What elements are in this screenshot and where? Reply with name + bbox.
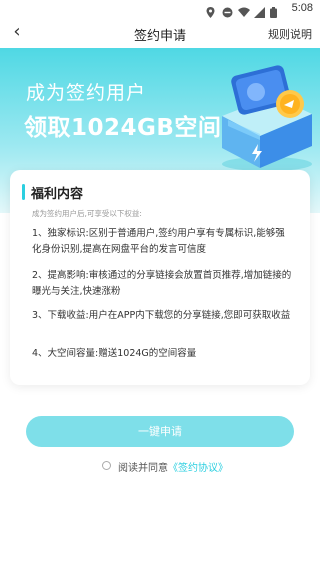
agree-checkbox[interactable]	[102, 461, 111, 470]
status-bar: 5:08	[0, 0, 320, 18]
cloud-box-illustration-icon	[222, 65, 312, 171]
agreement-row: 阅读并同意《签约协议》	[0, 459, 320, 474]
benefit-item: 1、独家标识:区别于普通用户,签约用户享有专属标识,能够强化身份识别,提高在网盘…	[32, 228, 285, 255]
hero-line2: 领取1024GB空间	[24, 115, 222, 141]
benefit-item: 2、提高影响:审核通过的分享链接会放置首页推荐,增加链接的曝光与关注,快速涨粉	[32, 270, 292, 297]
benefit-item: 4、大空间容量:赠送1024G的空间容量	[32, 348, 197, 359]
status-time: 5:08	[291, 2, 313, 14]
agreement-label: 阅读并同意《签约协议》	[118, 459, 228, 474]
status-icons	[206, 3, 280, 18]
heading-accent-bar	[22, 184, 25, 200]
minus-circle-icon	[222, 3, 233, 18]
hero-line1: 成为签约用户	[26, 82, 147, 104]
benefits-card: 福利内容 成为签约用户后,可享受以下权益: 1、独家标识:区别于普通用户,签约用…	[10, 170, 310, 385]
benefits-subtitle: 成为签约用户后,可享受以下权益:	[32, 209, 142, 218]
apply-button[interactable]: 一键申请	[26, 416, 294, 447]
benefits-heading: 福利内容	[31, 187, 84, 202]
benefit-item: 3、下载收益:用户在APP内下载您的分享链接,您即可获取收益	[32, 310, 291, 321]
agreement-prefix: 阅读并同意	[118, 463, 168, 474]
battery-icon	[270, 3, 280, 18]
location-icon	[206, 3, 216, 18]
wifi-icon	[238, 3, 250, 17]
signal-icon	[254, 3, 265, 18]
nav-bar: ‹ 签约申请 规则说明	[0, 18, 320, 48]
rules-link[interactable]: 规则说明	[268, 26, 312, 42]
agreement-link[interactable]: 《签约协议》	[168, 463, 228, 474]
